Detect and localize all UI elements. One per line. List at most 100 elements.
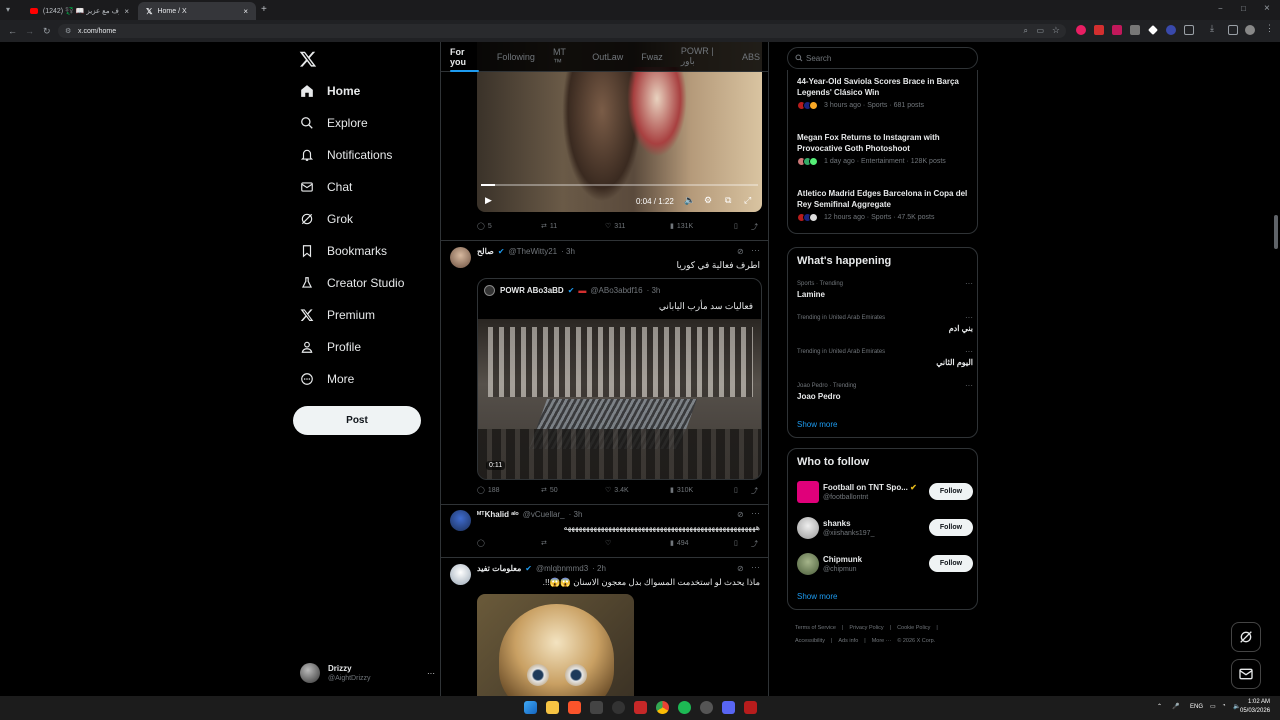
app-icon[interactable]	[590, 701, 603, 714]
tab-list[interactable]: Fwaz	[632, 42, 672, 72]
news-item[interactable]: Atletico Madrid Edges Barcelona in Copa …	[797, 188, 975, 222]
wifi-icon[interactable]: ◔	[1222, 703, 1226, 709]
author-handle[interactable]: @vCuellar_	[523, 510, 565, 519]
tab-list[interactable]: MT ™	[544, 42, 583, 72]
sidebar-icon[interactable]	[1228, 25, 1238, 35]
close-window-button[interactable]: ×	[1264, 3, 1270, 14]
repost-button[interactable]: ⇄	[541, 539, 550, 547]
windows-start-icon[interactable]	[524, 701, 537, 714]
trend-item[interactable]: Trending in United Arab Emirates بني ادم…	[797, 313, 973, 333]
profile-avatar-icon[interactable]	[1245, 25, 1255, 35]
close-tab-icon[interactable]: ×	[124, 7, 129, 16]
download-icon[interactable]: ⤓	[1210, 23, 1220, 33]
like-button[interactable]: ♡	[605, 539, 614, 547]
app-icon[interactable]	[744, 701, 757, 714]
maximize-button[interactable]: □	[1241, 4, 1246, 13]
app-icon[interactable]	[612, 701, 625, 714]
show-more-link[interactable]: Show more	[797, 420, 837, 429]
follow-button[interactable]: Follow	[929, 555, 973, 572]
nav-more[interactable]: More	[300, 368, 354, 390]
footer-link[interactable]: Privacy Policy	[849, 625, 883, 631]
extension-icon[interactable]	[1112, 25, 1122, 35]
bookmark-star-icon[interactable]: ☆	[1052, 25, 1060, 36]
nav-explore[interactable]: Explore	[300, 112, 368, 134]
extension-icon[interactable]	[1094, 25, 1104, 35]
show-more-link[interactable]: Show more	[797, 592, 837, 601]
pip-icon[interactable]: ⧉	[725, 195, 731, 206]
grok-icon[interactable]: ⊘	[737, 564, 744, 573]
avatar[interactable]	[450, 247, 471, 268]
site-info-icon[interactable]: ⚙	[65, 27, 71, 35]
follow-suggestion[interactable]: shanks @xiishanks197_ Follow	[797, 516, 973, 540]
account-switcher[interactable]: Drizzy @AightDrizzy ···	[300, 660, 435, 686]
tab-list[interactable]: OutLaw	[583, 42, 632, 72]
grok-float-button[interactable]	[1231, 622, 1261, 652]
brave-icon[interactable]	[568, 701, 581, 714]
nav-bookmarks[interactable]: Bookmarks	[300, 240, 387, 262]
like-button[interactable]: ♡ 311	[605, 222, 625, 231]
repost-button[interactable]: ⇄ 11	[541, 222, 557, 231]
search-input[interactable]: Search	[787, 47, 978, 69]
nav-chat[interactable]: Chat	[300, 176, 352, 198]
trend-more-icon[interactable]: ···	[965, 381, 973, 390]
account-more-icon[interactable]: ···	[427, 669, 435, 678]
share-icon[interactable]: ⤴	[751, 486, 758, 496]
app-icon[interactable]	[634, 701, 647, 714]
extensions-puzzle-icon[interactable]	[1184, 25, 1194, 35]
extension-icon[interactable]	[1166, 25, 1176, 35]
zoom-icon[interactable]: ⌕	[1024, 26, 1028, 36]
browser-tab[interactable]: حروف مع عزيز 📖 💱 (1242) ×	[22, 2, 137, 20]
bookmark-button[interactable]: ▯	[734, 222, 738, 230]
views-button[interactable]: ▮ 310K	[670, 486, 693, 495]
trend-item[interactable]: Sports · Trending Lamine ···	[797, 279, 973, 299]
author-name[interactable]: صالح	[477, 247, 494, 256]
bookmark-button[interactable]: ▯	[734, 486, 738, 494]
footer-link[interactable]: Accessibility	[795, 638, 825, 644]
trend-more-icon[interactable]: ···	[965, 313, 973, 322]
grok-icon[interactable]: ⊘	[737, 510, 744, 519]
extension-icon[interactable]	[1076, 25, 1086, 35]
like-button[interactable]: ♡ 3.4K	[605, 486, 629, 495]
tab-list[interactable]: POWR | باور	[672, 42, 733, 72]
settings-icon[interactable]: ⚙	[704, 195, 712, 206]
quoted-post[interactable]: POWR ABo3aBD ✔ ▬ @ABo3abdf16 · 3h فعاليا…	[477, 278, 762, 480]
video-progress-track[interactable]	[481, 184, 758, 186]
extension-icon[interactable]	[1130, 25, 1140, 35]
tab-for-you[interactable]: For you	[441, 42, 488, 72]
tab-list[interactable]: ABS	[733, 42, 768, 72]
bookmark-button[interactable]: ▯	[734, 539, 738, 547]
new-tab-button[interactable]: +	[261, 4, 267, 15]
minimize-button[interactable]: −	[1218, 4, 1223, 13]
share-icon[interactable]: ⤴	[751, 222, 758, 232]
news-item[interactable]: Megan Fox Returns to Instagram with Prov…	[797, 132, 975, 166]
close-tab-icon[interactable]: ×	[243, 7, 248, 16]
tab-following[interactable]: Following	[488, 42, 544, 72]
file-explorer-icon[interactable]	[546, 701, 559, 714]
footer-link[interactable]: Terms of Service	[795, 625, 836, 631]
views-button[interactable]: ▮ 131K	[670, 222, 693, 231]
post-more-icon[interactable]: ···	[751, 562, 760, 572]
language-indicator[interactable]: ENG	[1190, 704, 1203, 710]
trend-more-icon[interactable]: ···	[965, 347, 973, 356]
follow-suggestion[interactable]: Football on TNT Spo... ✔ @footballontnt …	[797, 480, 973, 504]
clock-time[interactable]: 1:02 AM	[1248, 699, 1270, 705]
browser-menu-icon[interactable]: ⋮	[1265, 23, 1275, 33]
grok-icon[interactable]: ⊘	[737, 247, 744, 256]
play-icon[interactable]: ▶	[485, 195, 492, 206]
discord-icon[interactable]	[722, 701, 735, 714]
forward-icon[interactable]: →	[25, 26, 34, 36]
reload-icon[interactable]: ↻	[43, 26, 51, 37]
tray-chevron-icon[interactable]: ⌃	[1157, 703, 1162, 710]
nav-grok[interactable]: Grok	[300, 208, 353, 230]
volume-icon[interactable]: 🔈	[684, 195, 695, 206]
fullscreen-icon[interactable]: ⤢	[744, 195, 751, 206]
app-icon[interactable]	[700, 701, 713, 714]
nav-premium[interactable]: Premium	[300, 304, 375, 326]
spotify-icon[interactable]	[678, 701, 691, 714]
quote-video[interactable]: 0:11	[478, 319, 761, 479]
address-bar[interactable]: ⚙ x.com/home ⌕ ▭ ☆	[58, 24, 1066, 38]
follow-suggestion[interactable]: Chipmunk @chipmun Follow	[797, 552, 973, 576]
page-scrollbar[interactable]	[1274, 215, 1278, 249]
views-button[interactable]: ▮ 494	[670, 539, 689, 548]
trend-item[interactable]: Joao Pedro · Trending Joao Pedro ···	[797, 381, 973, 401]
